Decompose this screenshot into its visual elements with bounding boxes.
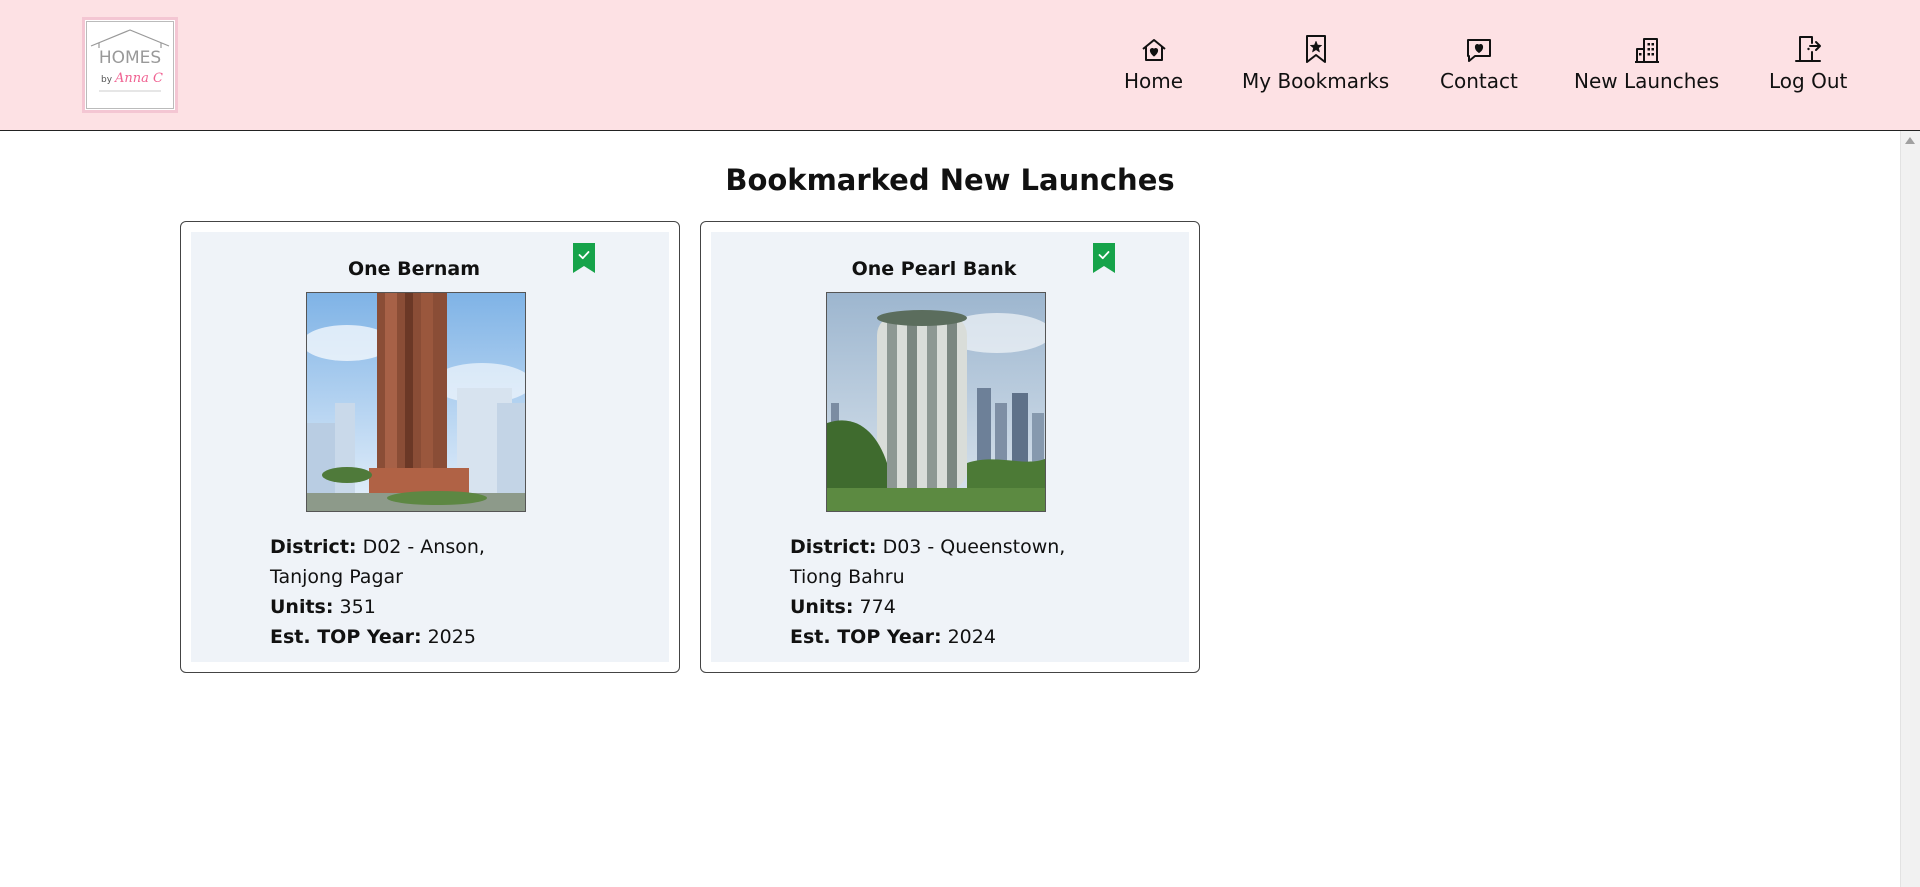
bookmark-star-icon — [1301, 30, 1331, 64]
nav-home-label: Home — [1124, 69, 1184, 93]
district-label: District: — [270, 536, 357, 558]
page-scrollbar[interactable] — [1900, 131, 1920, 887]
top-year-value: 2025 — [427, 626, 476, 648]
page-title: Bookmarked New Launches — [725, 163, 1175, 197]
svg-text:HOMES: HOMES — [99, 48, 161, 68]
tower-photo — [306, 292, 526, 512]
buildings-icon — [1632, 30, 1662, 64]
launch-card-details: District: D02 - Anson, Tanjong Pagar Uni… — [270, 532, 560, 652]
launch-card-title: One Bernam — [347, 258, 481, 280]
nav-my-bookmarks[interactable]: My Bookmarks — [1242, 30, 1389, 93]
scroll-up-arrow-icon[interactable] — [1905, 137, 1915, 144]
svg-text:Anna C: Anna C — [114, 71, 163, 86]
brand-logo[interactable]: HOMES by Anna C — [82, 17, 178, 113]
house-heart-icon — [1139, 30, 1169, 64]
nav-contact-label: Contact — [1440, 69, 1518, 93]
launch-card[interactable]: One Pearl Bank District: D03 - Queenstow… — [700, 221, 1200, 673]
top-year-row: Est. TOP Year: 2025 — [270, 622, 560, 652]
units-row: Units: 351 — [270, 592, 560, 622]
bookmark-check-icon[interactable] — [573, 243, 595, 273]
district-row: District: D03 - Queenstown, Tiong Bahru — [790, 532, 1080, 592]
top-year-value: 2024 — [947, 626, 996, 648]
units-label: Units: — [270, 596, 334, 618]
bookmark-check-icon[interactable] — [1093, 243, 1115, 273]
top-navbar: HOMES by Anna C Home My Bookmarks Contac… — [0, 0, 1920, 131]
launch-card-body: One Bernam District: D02 - Anson, Tanjon… — [191, 232, 669, 662]
launch-card-details: District: D03 - Queenstown, Tiong Bahru … — [790, 532, 1080, 652]
nav-log-out-label: Log Out — [1769, 69, 1848, 93]
tower-photo — [826, 292, 1046, 512]
district-label: District: — [790, 536, 877, 558]
nav-contact[interactable]: Contact — [1440, 30, 1518, 93]
top-year-label: Est. TOP Year: — [270, 626, 422, 648]
nav-log-out[interactable]: Log Out — [1769, 30, 1847, 93]
top-year-label: Est. TOP Year: — [790, 626, 942, 648]
units-row: Units: 774 — [790, 592, 1080, 622]
nav-my-bookmarks-label: My Bookmarks — [1242, 69, 1390, 93]
nav-home[interactable]: Home — [1124, 30, 1183, 93]
chat-heart-icon — [1464, 30, 1494, 64]
nav-new-launches[interactable]: New Launches — [1574, 30, 1719, 93]
launch-card-title: One Pearl Bank — [851, 258, 1017, 280]
launch-card[interactable]: One Bernam District: D02 - Anson, Tanjon… — [180, 221, 680, 673]
launch-card-body: One Pearl Bank District: D03 - Queenstow… — [711, 232, 1189, 662]
units-value: 774 — [859, 596, 896, 618]
top-year-row: Est. TOP Year: 2024 — [790, 622, 1080, 652]
nav-new-launches-label: New Launches — [1574, 69, 1720, 93]
door-exit-icon — [1793, 30, 1823, 64]
units-value: 351 — [339, 596, 376, 618]
svg-text:by: by — [101, 75, 113, 85]
district-row: District: D02 - Anson, Tanjong Pagar — [270, 532, 560, 592]
units-label: Units: — [790, 596, 854, 618]
